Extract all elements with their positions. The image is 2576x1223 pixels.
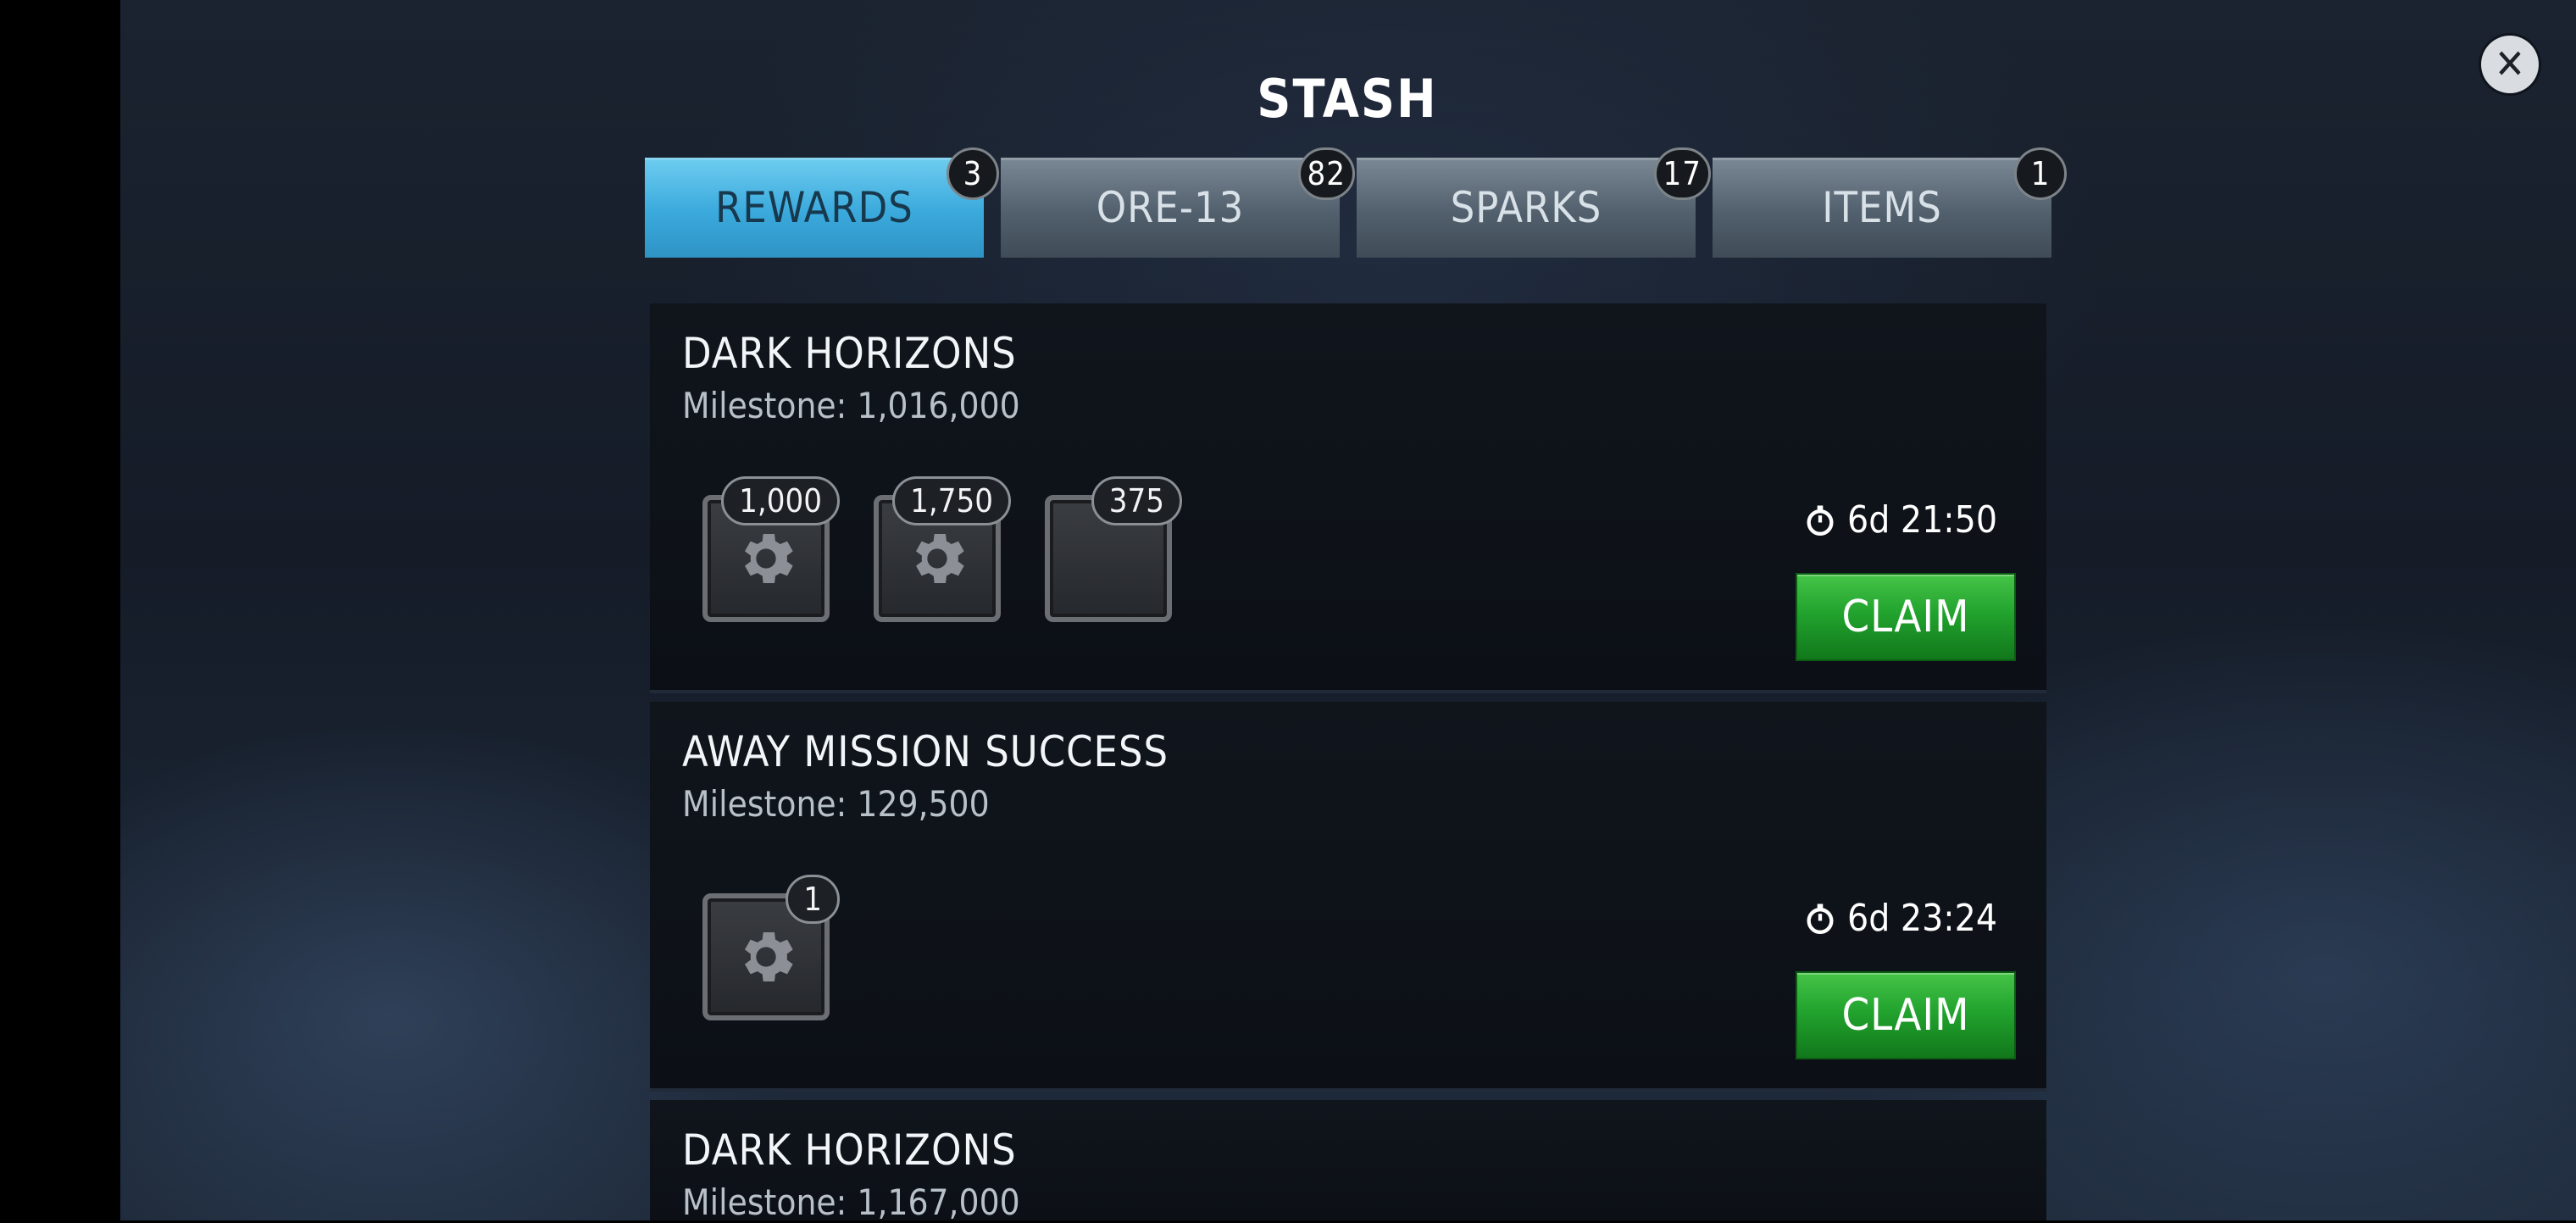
gear-icon bbox=[916, 534, 964, 583]
timer-text: 6d 21:50 bbox=[1847, 498, 1997, 542]
page-title: STASH bbox=[1257, 68, 1438, 130]
reward-milestone: Milestone: 1,167,000 bbox=[682, 1181, 1020, 1223]
tab-sparks[interactable]: SPARKS 17 bbox=[1357, 147, 1711, 258]
tab-items[interactable]: ITEMS 1 bbox=[1713, 147, 2067, 258]
tab-rewards[interactable]: REWARDS 3 bbox=[645, 147, 999, 258]
reward-title: AWAY MISSION SUCCESS bbox=[682, 727, 1169, 776]
tab-label: ORE-13 bbox=[1096, 183, 1245, 232]
timer-text: 6d 23:24 bbox=[1847, 897, 1997, 940]
close-icon: ✕ bbox=[2494, 41, 2526, 88]
reward-card: DARK HORIZONS Milestone: 1,016,000 1,000… bbox=[650, 303, 2046, 693]
reward-card: AWAY MISSION SUCCESS Milestone: 129,500 … bbox=[650, 702, 2046, 1092]
tab-badge: 3 bbox=[947, 147, 999, 200]
item-count-badge: 1 bbox=[786, 875, 840, 924]
reward-milestone: Milestone: 129,500 bbox=[682, 783, 990, 825]
reward-title: DARK HORIZONS bbox=[682, 329, 1017, 378]
reward-timer: 6d 23:24 bbox=[1803, 897, 1997, 940]
tab-badge: 1 bbox=[2014, 147, 2067, 200]
claim-button[interactable]: CLAIM bbox=[1796, 573, 2016, 661]
gear-icon bbox=[745, 932, 793, 981]
gear-icon bbox=[745, 534, 793, 583]
reward-item[interactable]: 1 bbox=[702, 875, 840, 1020]
reward-timer: 6d 21:50 bbox=[1803, 498, 1997, 542]
tab-label: SPARKS bbox=[1450, 183, 1602, 232]
reward-item[interactable]: 375 bbox=[1045, 476, 1182, 622]
item-count-badge: 375 bbox=[1091, 476, 1182, 525]
tab-label: ITEMS bbox=[1822, 183, 1942, 232]
item-count-badge: 1,750 bbox=[892, 476, 1011, 525]
claim-button[interactable]: CLAIM bbox=[1796, 971, 2016, 1059]
stopwatch-icon bbox=[1807, 903, 1834, 934]
close-button[interactable]: ✕ bbox=[2481, 36, 2539, 93]
left-black-bar bbox=[0, 0, 120, 1220]
item-count-badge: 1,000 bbox=[721, 476, 840, 525]
stopwatch-icon bbox=[1807, 505, 1834, 536]
reward-item[interactable]: 1,750 bbox=[874, 476, 1011, 622]
tab-badge: 17 bbox=[1653, 147, 1711, 200]
reward-item[interactable]: 1,000 bbox=[702, 476, 840, 622]
tab-badge: 82 bbox=[1297, 147, 1355, 200]
tab-label: REWARDS bbox=[715, 183, 913, 232]
reward-milestone: Milestone: 1,016,000 bbox=[682, 385, 1020, 426]
tab-ore-13[interactable]: ORE-13 82 bbox=[1001, 147, 1355, 258]
reward-title: DARK HORIZONS bbox=[682, 1126, 1017, 1175]
reward-card: DARK HORIZONS Milestone: 1,167,000 bbox=[650, 1100, 2046, 1223]
